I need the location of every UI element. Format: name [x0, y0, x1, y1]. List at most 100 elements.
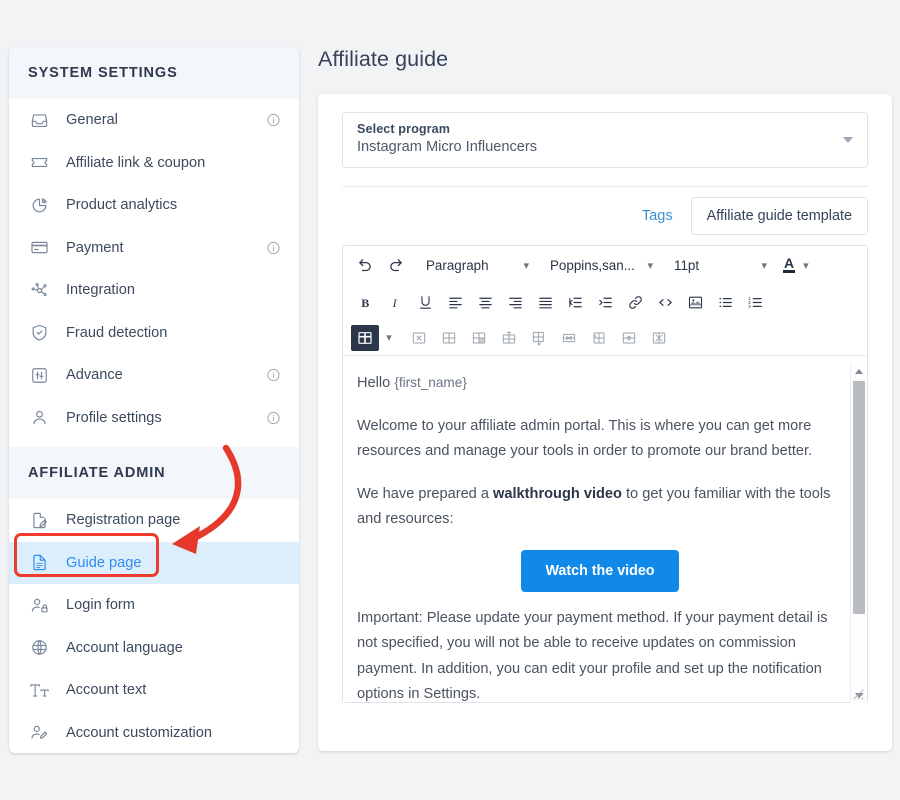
tags-link[interactable]: Tags — [642, 208, 673, 224]
image-icon[interactable] — [681, 289, 709, 315]
table-properties-icon[interactable] — [435, 325, 463, 351]
p2-bold: walkthrough video — [493, 485, 622, 502]
editor-toolbar-row-2: B I 123 — [343, 284, 867, 320]
sidebar-item-guide-page[interactable]: Guide page — [9, 541, 299, 584]
editor-content-area[interactable]: Hello {first_name} Welcome to your affil… — [343, 356, 867, 702]
block-format-select[interactable]: Paragraph ▾ — [417, 252, 535, 278]
editor-action-row: Tags Affiliate guide template — [342, 187, 868, 245]
sidebar-item-product-analytics[interactable]: Product analytics — [9, 184, 299, 227]
program-select-label: Select program — [357, 122, 451, 136]
sidebar-item-advance[interactable]: Advance — [9, 354, 299, 397]
editor-paragraph-1: Welcome to your affiliate admin portal. … — [357, 417, 813, 460]
font-size-select[interactable]: 11pt ▾ — [665, 252, 773, 278]
font-family-select[interactable]: Poppins,san... ▾ — [541, 252, 659, 278]
sidebar-item-login-form[interactable]: Login form — [9, 584, 299, 627]
scroll-up-arrow-icon[interactable] — [851, 363, 867, 379]
sidebar-item-account-text[interactable]: Account text — [9, 669, 299, 712]
sidebar-item-profile-settings[interactable]: Profile settings — [9, 397, 299, 440]
redo-icon[interactable] — [381, 252, 409, 278]
sidebar-item-label: Account language — [66, 639, 183, 656]
sidebar-item-general[interactable]: General — [9, 99, 299, 142]
info-icon[interactable] — [266, 368, 281, 383]
text-size-icon — [28, 679, 50, 701]
merge-cells-icon[interactable] — [615, 325, 643, 351]
insert-row-icon[interactable] — [495, 325, 523, 351]
sidebar-item-label: Advance — [66, 367, 123, 384]
sidebar-item-affiliate-link-coupon[interactable]: Affiliate link & coupon — [9, 142, 299, 185]
chevron-down-icon: ▾ — [523, 259, 529, 272]
sidebar-item-label: Fraud detection — [66, 324, 168, 341]
sidebar-item-fraud-detection[interactable]: Fraud detection — [9, 312, 299, 355]
info-icon[interactable] — [266, 410, 281, 425]
info-icon[interactable] — [266, 113, 281, 128]
insert-table-icon[interactable] — [351, 324, 379, 351]
affiliate-guide-card: Select program Instagram Micro Influence… — [318, 94, 892, 751]
sidebar-item-label: Account text — [66, 682, 147, 699]
scrollbar-thumb[interactable] — [853, 381, 865, 614]
font-size-value: 11pt — [674, 257, 700, 273]
align-center-icon[interactable] — [471, 289, 499, 315]
insert-column-icon[interactable] — [525, 325, 553, 351]
info-icon[interactable] — [266, 240, 281, 255]
editor-resize-handle-icon[interactable] — [850, 686, 864, 700]
align-right-icon[interactable] — [501, 289, 529, 315]
table-dropdown-icon[interactable]: ▾ — [381, 325, 397, 351]
sidebar-item-integration[interactable]: Integration — [9, 269, 299, 312]
greeting-text: Hello — [357, 375, 395, 391]
chevron-down-icon: ▾ — [647, 259, 653, 272]
bold-icon[interactable]: B — [351, 289, 379, 315]
inbox-icon — [28, 109, 50, 131]
chevron-down-icon[interactable] — [843, 137, 853, 143]
cell-properties-icon[interactable] — [465, 325, 493, 351]
editor-toolbar-row-1: Paragraph ▾ Poppins,san... ▾ 11pt ▾ A ▾ — [343, 246, 867, 284]
delete-row-icon[interactable] — [555, 325, 583, 351]
p2-prefix: We have prepared a — [357, 485, 494, 502]
sidebar-item-registration-page[interactable]: Registration page — [9, 499, 299, 542]
user-icon — [28, 407, 50, 429]
sidebar-item-label: Registration page — [66, 512, 181, 529]
app-root: SYSTEM SETTINGS General Affiliate link &… — [0, 0, 900, 800]
sidebar-item-label: Account customization — [66, 724, 213, 741]
pie-chart-icon — [28, 194, 50, 216]
bullet-list-icon[interactable] — [711, 289, 739, 315]
affiliate-guide-template-button[interactable]: Affiliate guide template — [690, 197, 868, 235]
program-select-value: Instagram Micro Influencers — [357, 139, 538, 155]
chevron-down-icon[interactable]: ▾ — [803, 259, 809, 272]
shield-check-icon — [28, 322, 50, 344]
align-justify-icon[interactable] — [531, 289, 559, 315]
credit-card-icon — [28, 237, 50, 259]
greeting-variable: {first_name} — [394, 375, 467, 390]
delete-table-icon[interactable] — [405, 325, 433, 351]
text-color-button[interactable]: A ▾ — [783, 256, 809, 273]
integration-network-icon — [28, 279, 50, 301]
sidebar-item-label: General — [66, 112, 118, 129]
italic-icon[interactable]: I — [381, 289, 409, 315]
sidebar-item-payment[interactable]: Payment — [9, 227, 299, 270]
outdent-icon[interactable] — [561, 289, 589, 315]
sliders-box-icon — [28, 364, 50, 386]
program-select[interactable]: Select program Instagram Micro Influence… — [342, 112, 868, 168]
sidebar-section-header-system-settings: SYSTEM SETTINGS — [9, 47, 299, 99]
font-family-value: Poppins,san... — [550, 257, 635, 273]
sidebar-item-label: Affiliate link & coupon — [66, 154, 206, 171]
settings-sidebar: SYSTEM SETTINGS General Affiliate link &… — [9, 47, 299, 753]
rich-text-editor[interactable]: Paragraph ▾ Poppins,san... ▾ 11pt ▾ A ▾ — [342, 245, 868, 703]
watch-video-button[interactable]: Watch the video — [521, 549, 679, 592]
sidebar-item-label: Product analytics — [66, 197, 178, 214]
globe-icon — [28, 637, 50, 659]
align-left-icon[interactable] — [441, 289, 469, 315]
editor-toolbar-row-3: ▾ — [343, 320, 867, 356]
link-icon[interactable] — [621, 289, 649, 315]
source-code-icon[interactable] — [651, 289, 679, 315]
sidebar-item-account-customization[interactable]: Account customization — [9, 712, 299, 754]
sidebar-item-account-language[interactable]: Account language — [9, 627, 299, 670]
undo-icon[interactable] — [351, 252, 379, 278]
delete-column-icon[interactable] — [585, 325, 613, 351]
editor-paragraph-greeting: Hello {first_name} — [357, 370, 843, 397]
indent-icon[interactable] — [591, 289, 619, 315]
numbered-list-icon[interactable]: 123 — [741, 289, 769, 315]
editor-scrollbar[interactable] — [850, 363, 866, 703]
underline-icon[interactable] — [411, 289, 439, 315]
file-pen-icon — [28, 509, 50, 531]
split-cells-icon[interactable] — [645, 325, 673, 351]
